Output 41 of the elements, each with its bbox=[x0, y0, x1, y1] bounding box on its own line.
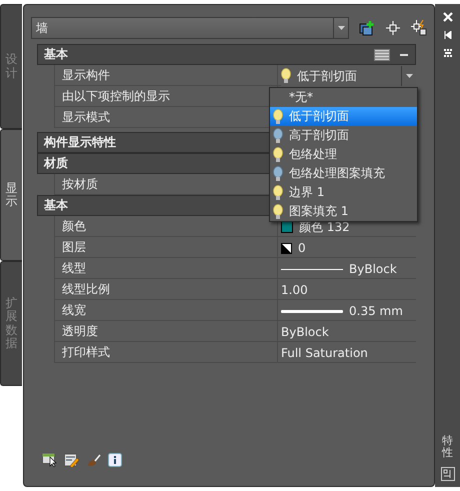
lineweight-sample bbox=[281, 310, 343, 312]
auto-hide-icon[interactable] bbox=[442, 30, 452, 40]
brush-icon[interactable] bbox=[86, 453, 102, 467]
quick-select-icon[interactable] bbox=[411, 20, 427, 36]
crosshair-icon[interactable] bbox=[385, 20, 401, 36]
property-value: 1.00 bbox=[281, 283, 308, 297]
property-name: 图层 bbox=[55, 237, 278, 257]
property-name: 线型 bbox=[55, 258, 278, 278]
dropdown-option[interactable]: 低于剖切面 bbox=[270, 107, 417, 126]
caret-icon bbox=[338, 26, 344, 30]
palette-title: 特性 bbox=[442, 434, 453, 459]
edit-icon[interactable] bbox=[64, 453, 80, 467]
table-icon[interactable] bbox=[374, 48, 390, 60]
property-value: ByBlock bbox=[281, 325, 329, 339]
property-name: 线型比例 bbox=[55, 279, 278, 299]
caret-icon bbox=[406, 74, 412, 78]
settings-icon[interactable] bbox=[442, 48, 452, 58]
property-name: 打印样式 bbox=[55, 342, 278, 362]
object-type-dropdown[interactable]: 墙 bbox=[31, 17, 349, 39]
property-value: ByBlock bbox=[349, 262, 397, 276]
property-value: 0 bbox=[298, 241, 306, 255]
category-label: 构件显示特性 bbox=[44, 134, 116, 151]
category-label: 基本 bbox=[44, 197, 68, 214]
property-value: 颜色 132 bbox=[299, 218, 350, 236]
side-tab[interactable]: 显示 bbox=[0, 129, 22, 261]
property-name: 线宽 bbox=[55, 300, 278, 320]
property-value-dropdown[interactable]: 低于剖切面 bbox=[281, 66, 416, 86]
layer-icon bbox=[281, 242, 292, 254]
category-label: 基本 bbox=[44, 46, 68, 63]
close-icon[interactable] bbox=[442, 12, 452, 22]
add-object-icon[interactable] bbox=[359, 20, 375, 36]
category-header[interactable]: 基本 bbox=[37, 44, 416, 65]
property-name: 透明度 bbox=[55, 321, 278, 341]
category-label: 材质 bbox=[44, 155, 68, 172]
palette-icon[interactable] bbox=[440, 467, 454, 481]
info-icon[interactable] bbox=[108, 453, 122, 467]
property-name: 显示构件 bbox=[55, 65, 278, 85]
linetype-sample bbox=[281, 268, 343, 270]
property-value: Full Saturation bbox=[281, 346, 368, 360]
select-objects-icon[interactable] bbox=[42, 453, 58, 467]
property-value: 0.35 mm bbox=[349, 304, 403, 318]
